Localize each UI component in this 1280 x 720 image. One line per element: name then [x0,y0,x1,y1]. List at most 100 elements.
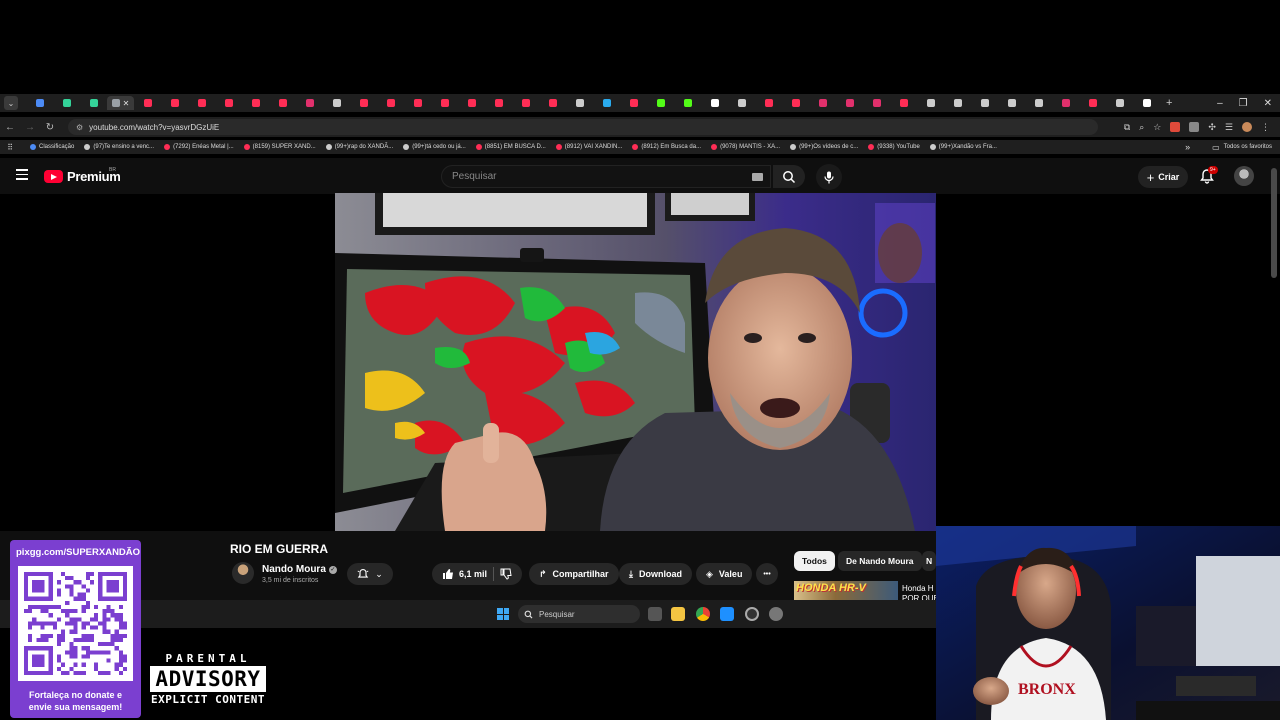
channel-avatar[interactable] [232,562,254,584]
browser-tab[interactable] [485,96,512,110]
bookmark-item[interactable]: Classificação [30,144,74,150]
tab-close-icon[interactable]: ✕ [123,99,130,108]
maximize-button[interactable]: ❐ [1239,98,1248,109]
page-scrollbar[interactable] [1271,168,1277,278]
more-bookmarks-button[interactable]: » [1185,142,1190,152]
browser-tab[interactable] [188,96,215,110]
browser-tab[interactable] [1079,96,1106,110]
browser-tab[interactable] [1106,96,1133,110]
browser-tab[interactable] [512,96,539,110]
browser-tab[interactable] [458,96,485,110]
like-button[interactable]: 6,1 mil [442,568,487,580]
tab-search-dropdown-icon[interactable]: ⌄ [4,96,18,110]
task-view-icon[interactable] [648,607,662,621]
video-player[interactable] [335,193,936,531]
minimize-button[interactable]: – [1217,98,1223,109]
browser-tab[interactable] [890,96,917,110]
settings-gear-icon[interactable] [769,607,783,621]
browser-tab[interactable] [701,96,728,110]
reload-icon[interactable]: ↻ [40,122,60,133]
zoom-icon[interactable]: ⌕ [1139,122,1144,133]
taskbar-search[interactable]: Pesquisar [518,605,640,623]
bookmark-item[interactable]: (97)Te ensino a venc... [84,144,154,150]
bookmark-item[interactable]: (99+)rap do XANDÃ... [325,144,393,150]
browser-tab[interactable] [620,96,647,110]
search-input[interactable]: Pesquisar [441,165,771,188]
reading-list-icon[interactable]: ☰ [1225,122,1233,133]
recommended-video-thumbnail[interactable]: HONDA HR-V [794,581,898,601]
browser-tab[interactable] [755,96,782,110]
browser-tab[interactable] [296,96,323,110]
browser-tab[interactable] [809,96,836,110]
browser-tab[interactable] [728,96,755,110]
bookmark-star-icon[interactable]: ☆ [1153,122,1161,133]
forward-icon[interactable]: → [20,122,40,133]
share-button[interactable]: ↱ Compartilhar [529,563,619,585]
thumbs-down-icon[interactable] [500,568,512,580]
account-avatar[interactable] [1234,166,1254,186]
browser-tab[interactable] [1052,96,1079,110]
bookmark-item[interactable]: (99+)Os vídeos de c... [790,144,858,150]
windows-start-icon[interactable] [497,608,509,620]
bookmark-item[interactable]: (99+)tá cedo ou já... [403,144,466,150]
bookmark-item[interactable]: (99+)Xandão vs Fra... [929,144,997,150]
create-button[interactable]: + Criar [1138,166,1188,188]
extension-icon[interactable] [1170,122,1181,132]
channel-name-row[interactable]: Nando Moura ✓ [262,564,337,575]
browser-tab[interactable] [836,96,863,110]
browser-menu-icon[interactable]: ⋮ [1261,122,1270,133]
new-tab-button[interactable]: + [1166,97,1172,109]
taskbar-app-icon[interactable] [720,607,734,621]
browser-tab[interactable] [134,96,161,110]
keyboard-icon[interactable] [752,173,763,181]
chrome-icon[interactable] [696,607,710,621]
browser-tab[interactable] [782,96,809,110]
browser-tab[interactable] [566,96,593,110]
browser-tab[interactable] [944,96,971,110]
bookmark-item[interactable]: (8851) EM BUSCA D... [475,144,546,150]
browser-tab[interactable] [404,96,431,110]
cast-icon[interactable]: ⧉ [1124,122,1130,133]
site-info-icon[interactable]: ⚙ [76,123,83,132]
bookmark-item[interactable]: (8912) Em Busca da... [632,144,701,150]
browser-tab[interactable] [1025,96,1052,110]
browser-tab[interactable] [593,96,620,110]
browser-tab[interactable] [26,96,53,110]
browser-tab[interactable] [647,96,674,110]
browser-tab[interactable] [161,96,188,110]
browser-tab[interactable] [431,96,458,110]
chip-next[interactable]: N [922,551,936,571]
all-bookmarks-label[interactable]: Todos os favoritos [1224,144,1272,150]
obs-icon[interactable] [745,607,759,621]
close-window-button[interactable]: ✕ [1264,98,1272,109]
extension-icon[interactable] [1189,122,1200,132]
browser-tab[interactable]: ✕ [107,96,134,110]
subscribed-notification-button[interactable]: ⌄ [347,563,393,585]
search-button[interactable] [773,165,805,188]
bookmark-item[interactable]: (8912) VAI XANDIN... [555,144,622,150]
download-button[interactable]: ⤓ Download [619,563,692,585]
browser-tab[interactable] [377,96,404,110]
browser-tab[interactable] [350,96,377,110]
chip-from-channel[interactable]: De Nando Moura [838,551,922,571]
bookmark-item[interactable]: (9078) MANTIS - XA... [711,144,780,150]
bookmark-item[interactable]: (9338) YouTube [868,144,920,150]
extensions-puzzle-icon[interactable]: ✣ [1208,122,1216,133]
browser-tab[interactable] [539,96,566,110]
bookmark-item[interactable]: (8159) SUPER XAND... [243,144,316,150]
chip-all[interactable]: Todos [794,551,835,571]
browser-tab[interactable] [80,96,107,110]
back-icon[interactable]: ← [0,122,20,133]
browser-tab[interactable] [269,96,296,110]
browser-tab[interactable] [215,96,242,110]
more-actions-button[interactable]: ••• [756,563,778,585]
profile-avatar-icon[interactable] [1242,122,1252,132]
browser-tab[interactable] [917,96,944,110]
voice-search-button[interactable] [816,164,842,190]
bookmark-item[interactable]: (7292) Enéas Metal |... [164,144,234,150]
apps-grid-icon[interactable]: ⠿ [0,143,20,152]
file-explorer-icon[interactable] [671,607,685,621]
browser-tab[interactable] [53,96,80,110]
browser-tab[interactable] [242,96,269,110]
browser-tab[interactable] [323,96,350,110]
